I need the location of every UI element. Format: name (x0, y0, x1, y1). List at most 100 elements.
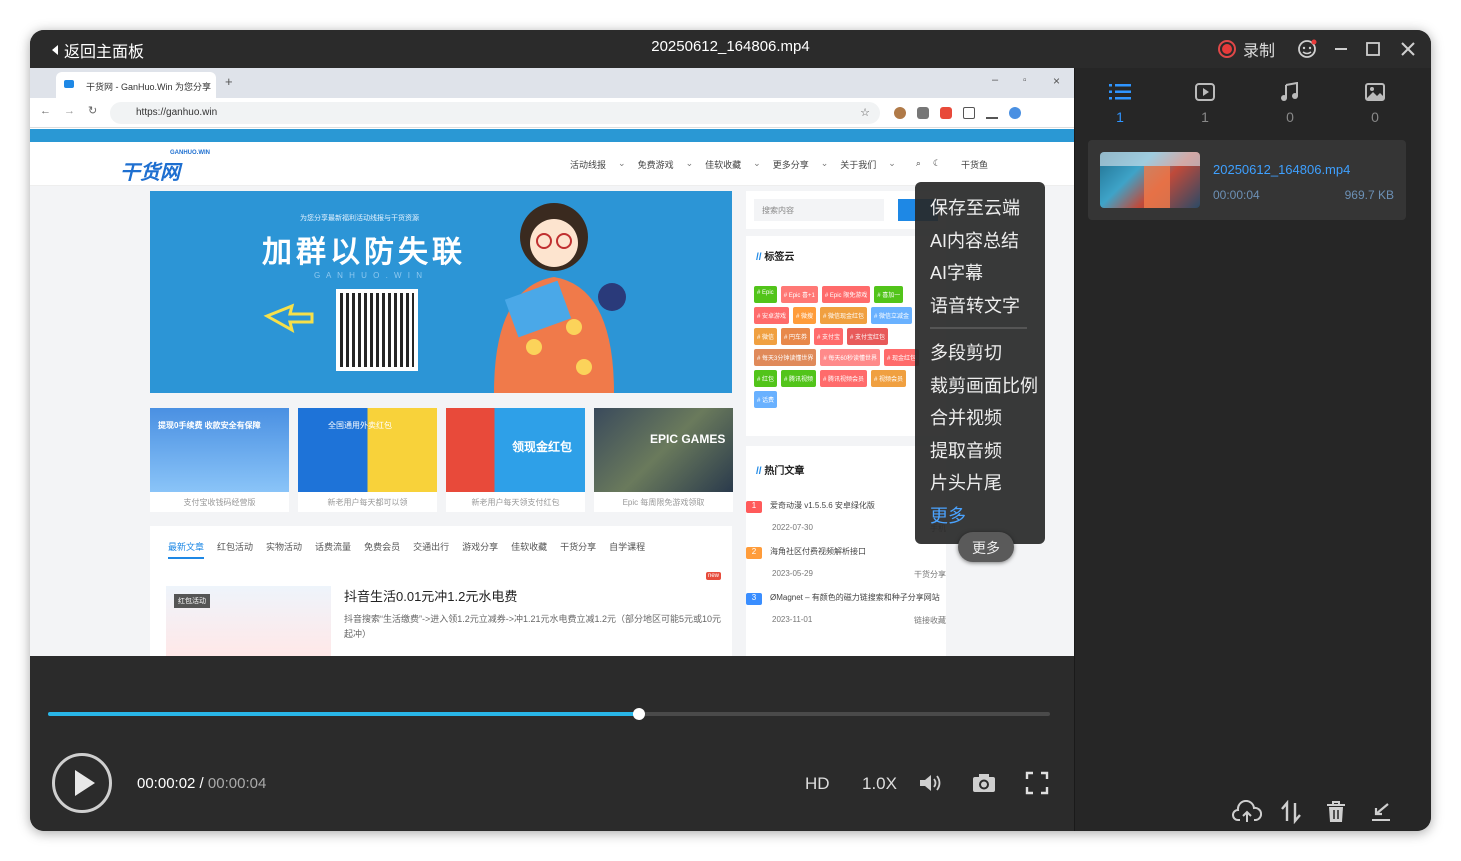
promo-card: 全国通用外卖红包 新老用户每天都可以领 (298, 408, 437, 512)
promo-card-caption: 新老用户每天领支付红包 (471, 498, 560, 507)
export-arrow-icon[interactable] (1367, 797, 1397, 827)
time-separator: / (195, 775, 208, 792)
article-category-tabs: 最新文章 红包活动 实物活动 话费流量 免费会员 交通出行 游戏分享 佳软收藏 … (168, 540, 645, 559)
nav-item: 免费游戏 (637, 160, 674, 170)
video-preview[interactable]: 干货网 - GanHuo.Win 为您分享 + – ▫ × ← → ↻ http… (30, 68, 1074, 656)
tab-count: 0 (1371, 109, 1379, 125)
volume-icon[interactable] (916, 768, 946, 798)
tab-all-media[interactable]: 1 (1100, 82, 1140, 125)
promo-card-caption: 支付宝收钱码经营版 (183, 498, 256, 507)
tab-latest: 最新文章 (168, 540, 205, 559)
tag-chip: # 视频会员 (871, 370, 907, 387)
menu-extract-audio[interactable]: 提取音频 (915, 437, 1045, 470)
menu-speech-to-text[interactable]: 语音转文字 (915, 292, 1045, 325)
tab-audio[interactable]: 0 (1270, 81, 1310, 125)
progress-fill (48, 712, 640, 716)
browser-tab: 干货网 - GanHuo.Win 为您分享 (56, 72, 216, 98)
site-user: 干货鱼 (960, 160, 988, 170)
hot-articles-title: // 热门文章 (756, 466, 805, 477)
promo-card-image: EPIC GAMES (594, 408, 733, 492)
site-header: GANHUO.WIN 干货网 活动线报 ⌄ 免费游戏 ⌄ 佳软收藏 ⌄ 更多分享 ⌄ 关… (30, 142, 1074, 186)
tab-category: 实物活动 (266, 542, 303, 552)
article-thumbnail: 红包活动 (166, 586, 331, 656)
tag-chip: # 喜加一 (874, 286, 904, 303)
screenshot-camera-icon[interactable] (969, 768, 999, 798)
article-title: 抖音生活0.01元冲1.2元水电费 (344, 589, 518, 604)
dark-mode-icon: ☾ (932, 158, 941, 168)
upload-cloud-icon[interactable] (1232, 797, 1262, 827)
menu-crop-ratio[interactable]: 裁剪画面比例 (915, 372, 1045, 405)
record-label: 录制 (1243, 43, 1276, 60)
list-icon (1109, 84, 1131, 100)
total-time: 00:00:04 (207, 775, 267, 792)
tab-videos[interactable]: 1 (1185, 82, 1225, 125)
progress-handle[interactable] (633, 708, 646, 720)
tab-category: 话费流量 (315, 542, 352, 552)
browser-address-bar: ← → ↻ https://ganhuo.win ☆ (30, 98, 1074, 128)
file-thumbnail (1100, 152, 1200, 208)
maximize-icon[interactable] (1362, 38, 1384, 60)
site-top-strip (30, 129, 1074, 142)
menu-save-to-cloud[interactable]: 保存至云端 (915, 194, 1045, 227)
tag-chip: # 安卓游戏 (754, 307, 790, 324)
feedback-icon[interactable] (1296, 38, 1318, 60)
hot-article: 3 ØMagnet – 有颜色的磁力链搜索和种子分享网站 2023-11-01 链接… (746, 592, 946, 626)
record-button[interactable]: 录制 (1218, 37, 1275, 61)
media-list-panel: 1 1 0 0 20250612_164806.mp4 00:00:04 969… (1074, 68, 1431, 831)
tag-cloud-title: // 标签云 (756, 252, 795, 263)
delete-trash-icon[interactable] (1321, 797, 1351, 827)
browser-reload-icon: ↻ (88, 105, 98, 117)
media-file-item[interactable]: 20250612_164806.mp4 00:00:04 969.7 KB (1088, 140, 1406, 220)
more-button[interactable]: 更多 (958, 532, 1014, 562)
progress-track[interactable] (48, 708, 1050, 720)
current-time: 00:00:02 (137, 775, 196, 792)
banner-subtitle: 为您分享最新福利活动线报与干货资源 (300, 215, 419, 222)
tab-category: 红包活动 (217, 542, 254, 552)
article-description: 抖音搜索“生活缴费”->进入领1.2元立减券->冲1.21元水电费立减1.2元（… (344, 614, 722, 639)
fullscreen-icon[interactable] (1022, 768, 1052, 798)
close-icon[interactable] (1397, 38, 1419, 60)
menu-merge-video[interactable]: 合并视频 (915, 404, 1045, 437)
promo-card-image: 领现金红包 (446, 408, 585, 492)
image-icon (1365, 83, 1385, 101)
tag-chip: # 红包 (754, 370, 778, 387)
quality-button[interactable]: HD (805, 774, 830, 794)
promo-card-caption: 新老用户每天都可以领 (327, 498, 408, 507)
tab-count: 0 (1286, 109, 1294, 125)
url-field: https://ganhuo.win ☆ (110, 102, 880, 124)
play-button[interactable] (52, 753, 112, 813)
browser-tab-strip: 干货网 - GanHuo.Win 为您分享 + – ▫ × (30, 68, 1074, 98)
player-controls: 00:00:02 / 00:00:04 HD 1.0X (30, 656, 1074, 831)
tag-chip: # 话费 (754, 391, 778, 408)
cartoon-girl-illustration (494, 203, 626, 393)
menu-more-link[interactable]: 更多 (915, 502, 1045, 535)
sort-icon[interactable] (1276, 797, 1306, 827)
tab-count: 1 (1201, 109, 1209, 125)
tab-category: 免费会员 (364, 542, 401, 552)
menu-intro-outro[interactable]: 片头片尾 (915, 469, 1045, 502)
browser-restore-icon: ▫ (1023, 75, 1027, 86)
tab-images[interactable]: 0 (1355, 82, 1395, 125)
speed-button[interactable]: 1.0X (862, 774, 897, 794)
record-dot-icon (1218, 40, 1236, 58)
tag-list: # Epic # Epic 喜+1 # Epic 限免游戏 # 喜加一 # 安卓游戏 # … (754, 286, 924, 408)
promo-card-caption: Epic 每周限免游戏领取 (622, 498, 705, 507)
browser-minimize-icon: – (992, 74, 999, 86)
hot-article: 2 海角社区付费视频解析接口 2023-05-29 干货分享 (746, 546, 946, 580)
bookmark-star-icon: ☆ (860, 107, 870, 119)
tag-chip: # 每天60秒读懂世界 (820, 349, 881, 366)
video-icon (1195, 83, 1215, 101)
promo-cards: 提现0手续费 收款安全有保障 支付宝收钱码经营版 全国通用外卖红包 新老用户每天… (150, 408, 733, 512)
pointing-hand-icon (263, 303, 314, 334)
url-text: https://ganhuo.win (136, 107, 218, 118)
menu-ai-summary[interactable]: AI内容总结 (915, 227, 1045, 260)
menu-ai-subtitles[interactable]: AI字幕 (915, 259, 1045, 292)
video-editor-window: 返回主面板 20250612_164806.mp4 录制 干货网 - GanHu… (30, 30, 1431, 831)
minimize-icon[interactable] (1330, 38, 1352, 60)
tab-category: 自学课程 (609, 542, 646, 552)
promo-card: 提现0手续费 收款安全有保障 支付宝收钱码经营版 (150, 408, 289, 512)
menu-multi-cut[interactable]: 多段剪切 (915, 339, 1045, 372)
tab-category: 干货分享 (560, 542, 597, 552)
nav-item: 佳软收藏 (705, 160, 742, 170)
file-name: 20250612_164806.mp4 (1213, 162, 1351, 177)
